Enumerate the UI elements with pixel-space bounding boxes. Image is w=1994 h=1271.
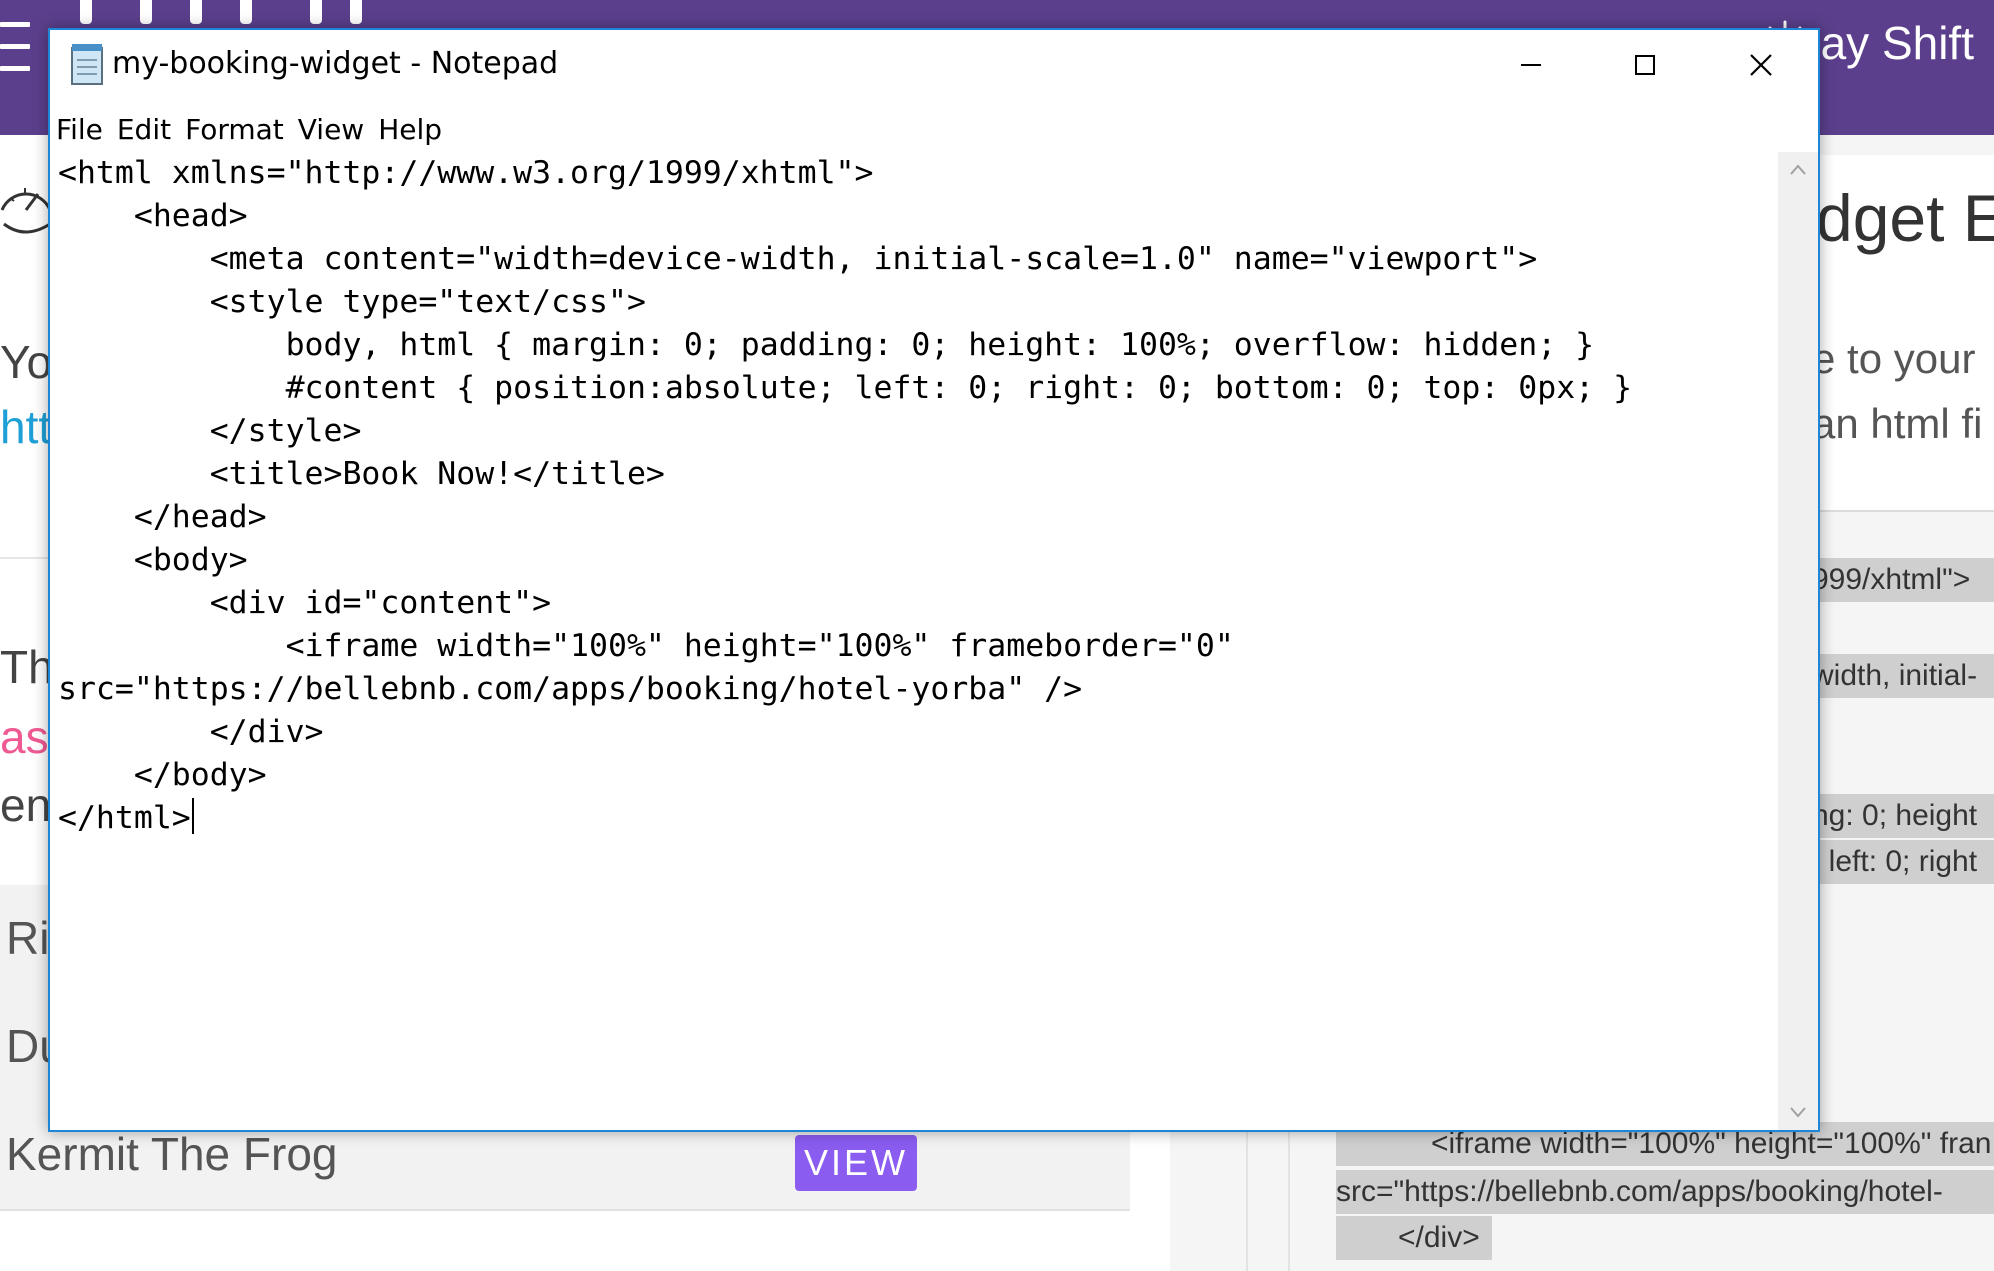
editor-line: </style>	[58, 413, 362, 449]
maximize-icon	[1635, 55, 1655, 75]
editor-line: </body>	[58, 757, 267, 793]
hamburger-icon[interactable]	[0, 22, 30, 76]
notepad-window[interactable]: my-booking-widget - Notepad File Edit Fo…	[48, 28, 1820, 1132]
minimize-button[interactable]	[1474, 30, 1588, 100]
vertical-scrollbar[interactable]	[1778, 152, 1818, 1130]
dashboard-icon	[0, 188, 50, 234]
editor-line: src="https://bellebnb.com/apps/booking/h…	[58, 671, 1083, 707]
guest-name: Kermit The Frog	[6, 1128, 338, 1180]
editor-line: <body>	[58, 542, 248, 578]
close-icon	[1750, 54, 1772, 76]
guest-name: Ri	[6, 912, 50, 964]
editor-line: <title>Book Now!</title>	[58, 456, 665, 492]
menu-bar: File Edit Format View Help	[50, 106, 1818, 152]
editor-line: </div>	[58, 714, 324, 750]
menu-edit[interactable]: Edit	[117, 113, 171, 146]
editor-line: <meta content="width=device-width, initi…	[58, 241, 1538, 277]
shift-label: ay Shift	[1820, 17, 1974, 69]
card-title: dget Er	[1816, 181, 1994, 255]
scroll-down-icon[interactable]	[1788, 1102, 1808, 1122]
view-button[interactable]: VIEW	[795, 1135, 917, 1191]
close-button[interactable]	[1704, 30, 1818, 100]
code-snippet-line: ; left: 0; right	[1812, 840, 1994, 884]
editor-line: <iframe width="100%" height="100%" frame…	[58, 628, 1234, 664]
editor-last-line: </html>	[58, 797, 1778, 840]
editor-line: <html xmlns="http://www.w3.org/1999/xhtm…	[58, 155, 874, 191]
code-snippet-line: 999/xhtml">	[1812, 558, 1994, 602]
menu-view[interactable]: View	[298, 113, 364, 146]
editor-line: <head>	[58, 198, 248, 234]
text-caret	[191, 798, 194, 834]
menu-file[interactable]: File	[56, 113, 103, 146]
card-description: an html fi	[1812, 400, 1983, 447]
editor-line: <div id="content">	[58, 585, 552, 621]
menu-help[interactable]: Help	[378, 113, 442, 146]
title-bar[interactable]: my-booking-widget - Notepad	[50, 30, 1818, 106]
window-title: my-booking-widget - Notepad	[112, 46, 559, 81]
notepad-icon	[71, 44, 103, 85]
editor-line: body, html { margin: 0; padding: 0; heig…	[58, 327, 1595, 363]
editor-line: </head>	[58, 499, 267, 535]
brand-logo	[80, 0, 362, 26]
editor-line: <style type="text/css">	[58, 284, 646, 320]
maximize-button[interactable]	[1588, 30, 1702, 100]
editor-line: </html>	[58, 800, 191, 836]
scroll-up-icon[interactable]	[1788, 160, 1808, 180]
editor-line: #content { position:absolute; left: 0; r…	[58, 370, 1633, 406]
text-editor[interactable]: <html xmlns="http://www.w3.org/1999/xhtm…	[50, 152, 1778, 1130]
code-snippet-line: ng: 0; height	[1812, 794, 1994, 838]
code-snippet-line: </div>	[1336, 1216, 1492, 1260]
minimize-icon	[1521, 64, 1541, 66]
menu-format[interactable]: Format	[185, 113, 284, 146]
code-snippet-line: width, initial-	[1812, 654, 1994, 698]
card-description: e to your	[1812, 335, 1976, 382]
code-snippet-line: src="https://bellebnb.com/apps/booking/h…	[1336, 1170, 1994, 1214]
